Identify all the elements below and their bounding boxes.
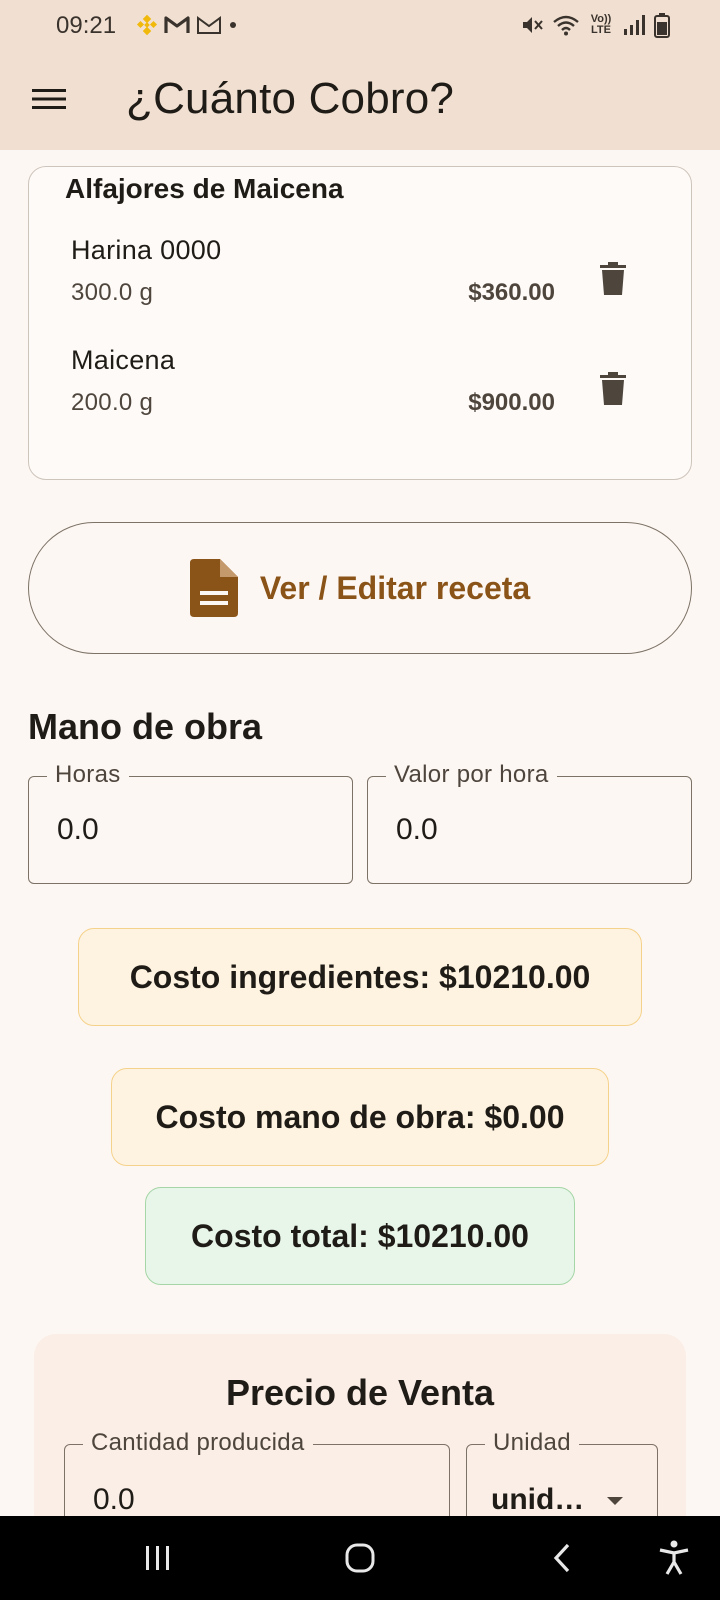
dropdown-arrow-icon bbox=[607, 1497, 623, 1505]
recent-apps-button[interactable] bbox=[136, 1536, 180, 1580]
dot-icon bbox=[230, 22, 236, 28]
back-chevron-icon bbox=[553, 1543, 570, 1573]
ingredients-cost-text: Costo ingredientes: $10210.00 bbox=[129, 958, 591, 995]
ingredient-row: Harina 0000 300.0 g $360.00 bbox=[71, 235, 661, 325]
home-button[interactable] bbox=[338, 1536, 382, 1580]
unit-label: Unidad bbox=[485, 1429, 579, 1457]
delete-ingredient-button[interactable] bbox=[593, 367, 633, 411]
menu-button[interactable] bbox=[26, 76, 72, 122]
system-icons: Vo)) LTE bbox=[520, 12, 670, 38]
home-icon bbox=[345, 1543, 375, 1573]
hours-label: Horas bbox=[47, 761, 129, 789]
hamburger-menu-icon bbox=[32, 89, 66, 109]
accessibility-button[interactable] bbox=[652, 1536, 696, 1580]
volte-icon: Vo)) LTE bbox=[590, 13, 612, 36]
ingredient-quantity: 300.0 g bbox=[71, 279, 154, 306]
wifi-icon bbox=[553, 15, 579, 36]
mute-icon bbox=[523, 17, 543, 33]
trash-icon bbox=[600, 372, 626, 405]
ingredient-name: Maicena bbox=[71, 345, 176, 375]
status-time: 09:21 bbox=[56, 12, 117, 39]
hours-field[interactable]: Horas 0.0 bbox=[28, 761, 353, 884]
edit-recipe-button[interactable]: Ver / Editar receta bbox=[28, 522, 692, 654]
status-bar: 09:21 Vo)) LTE bbox=[0, 0, 720, 52]
edit-recipe-label: Ver / Editar receta bbox=[259, 569, 531, 606]
recipe-title: Alfajores de Maicena bbox=[65, 173, 344, 204]
ingredient-price: $360.00 bbox=[468, 279, 555, 306]
labor-cost-chip: Costo mano de obra: $0.00 bbox=[111, 1068, 609, 1166]
binance-icon bbox=[136, 14, 158, 36]
gmail-icon bbox=[164, 16, 190, 33]
document-icon bbox=[189, 559, 238, 617]
app-bar: ¿Cuánto Cobro? bbox=[0, 52, 720, 150]
ingredient-row: Maicena 200.0 g $900.00 bbox=[71, 345, 661, 435]
ingredient-name: Harina 0000 bbox=[71, 235, 222, 265]
recipe-card: Alfajores de Maicena Harina 0000 300.0 g… bbox=[28, 166, 692, 480]
hourly-rate-label: Valor por hora bbox=[386, 761, 557, 789]
accessibility-icon bbox=[659, 1540, 689, 1575]
ingredient-quantity: 200.0 g bbox=[71, 389, 154, 416]
gmail-outline-icon bbox=[197, 16, 221, 34]
signal-icon bbox=[624, 15, 645, 35]
recent-apps-icon bbox=[146, 1546, 169, 1570]
hourly-rate-input[interactable]: 0.0 bbox=[396, 813, 438, 847]
system-navigation-bar bbox=[0, 1516, 720, 1600]
total-cost-chip: Costo total: $10210.00 bbox=[145, 1187, 575, 1285]
hourly-rate-field[interactable]: Valor por hora 0.0 bbox=[367, 761, 692, 884]
quantity-produced-input[interactable]: 0.0 bbox=[93, 1483, 135, 1517]
labor-cost-text: Costo mano de obra: $0.00 bbox=[155, 1098, 565, 1135]
hours-input[interactable]: 0.0 bbox=[57, 813, 99, 847]
page-title: ¿Cuánto Cobro? bbox=[126, 74, 455, 123]
delete-ingredient-button[interactable] bbox=[593, 257, 633, 301]
battery-icon bbox=[654, 13, 670, 38]
quantity-produced-label: Cantidad producida bbox=[83, 1429, 313, 1457]
unit-selected-value: unid… bbox=[491, 1483, 585, 1516]
sale-price-title: Precio de Venta bbox=[225, 1372, 495, 1413]
labor-section-title: Mano de obra bbox=[28, 706, 263, 747]
trash-icon bbox=[600, 262, 626, 295]
ingredients-cost-chip: Costo ingredientes: $10210.00 bbox=[78, 928, 642, 1026]
back-button[interactable] bbox=[540, 1536, 584, 1580]
ingredient-price: $900.00 bbox=[468, 389, 555, 416]
total-cost-text: Costo total: $10210.00 bbox=[191, 1217, 529, 1254]
notification-icons bbox=[136, 14, 238, 36]
